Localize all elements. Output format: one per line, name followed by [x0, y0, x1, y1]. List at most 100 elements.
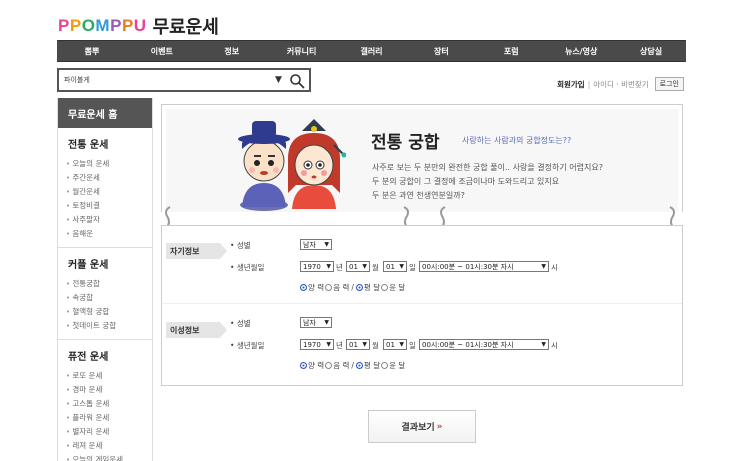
banner: 전통 궁합 사랑하는 사람과의 궁합정도는?? 사주로 보는 두 분만의 완전한…	[161, 104, 683, 212]
sidebar-item[interactable]: 혈액형 궁합	[66, 305, 152, 319]
sidebar-item[interactable]: 고스톱 운세	[66, 397, 152, 411]
sidebar-item[interactable]: 오늘의 운세	[66, 157, 152, 171]
chevron-down-icon: ▼	[399, 263, 404, 270]
banner-description: 사주로 보는 두 분만의 완전한 궁합 풀이.. 사랑을 결정하기 어렵지요? …	[372, 161, 603, 203]
leap-month-radio[interactable]	[381, 362, 389, 369]
nav-item-event[interactable]: 이벤트	[127, 41, 197, 61]
sidebar-item[interactable]: 토정비결	[66, 199, 152, 213]
leap-month-radio[interactable]	[381, 284, 389, 291]
find-account-link[interactable]: 아이디 · 비번찾기	[593, 79, 648, 90]
normal-month-radio[interactable]	[355, 362, 363, 369]
nav-item-info[interactable]: 정보	[197, 41, 267, 61]
sidebar-item[interactable]: 레져 운세	[66, 439, 152, 453]
banner-subtitle: 사랑하는 사람과의 궁합정도는??	[462, 136, 572, 145]
normal-month-radio[interactable]	[355, 284, 363, 291]
month-select[interactable]: 01 ▼	[346, 261, 370, 272]
user-links: 회원가입 | 아이디 · 비번찾기 로그인	[557, 77, 684, 91]
separator: |	[587, 79, 591, 89]
partner-info-label: 이성정보	[166, 322, 227, 338]
select-value: 남자	[303, 240, 316, 249]
search-icon[interactable]	[289, 73, 305, 89]
site-logo[interactable]: PPOMPPU 무료운세	[58, 14, 219, 38]
search-input[interactable]	[64, 73, 264, 87]
compatibility-form: 자기정보 성별 남자 ▼ 생년월일 1970 ▼ 년 01 ▼ 월 01 ▼ 일 00시…	[161, 225, 683, 386]
chevron-down-icon: ▼	[324, 319, 329, 326]
sidebar-item[interactable]: 전통궁합	[66, 277, 152, 291]
select-value: 00시:00분 ~ 01시:30분 자시	[422, 340, 514, 349]
nav-item-ppomppu[interactable]: 뽐뿌	[57, 41, 127, 61]
select-value: 00시:00분 ~ 01시:30분 자시	[422, 262, 514, 271]
time-unit: 시	[551, 263, 558, 272]
chevron-down-icon: ▼	[326, 263, 331, 270]
banner-panel: 전통 궁합 사랑하는 사람과의 궁합정도는?? 사주로 보는 두 분만의 완전한…	[166, 109, 678, 212]
sidebar-section-fusion: 퓨전 운세 로또 운세 경마 운세 고스톱 운세 플라워 운세 별자리 운세 레…	[58, 340, 152, 461]
search-dropdown-arrow[interactable]: ▼	[275, 75, 282, 85]
day-select[interactable]: 01 ▼	[383, 261, 407, 272]
nav-item-news[interactable]: 뉴스/영상	[546, 41, 616, 61]
chevron-down-icon: ▼	[326, 341, 331, 348]
sidebar-item[interactable]: 첫데이트 궁합	[66, 319, 152, 333]
gender-label: 성별	[230, 318, 251, 329]
sidebar-item[interactable]: 별자리 운세	[66, 425, 152, 439]
solar-radio[interactable]	[300, 284, 307, 291]
double-chevron-right-icon: »	[436, 421, 443, 432]
self-info-label: 자기정보	[166, 243, 227, 259]
chevron-down-icon: ▼	[541, 263, 546, 270]
select-value: 01	[349, 340, 358, 349]
time-select[interactable]: 00시:00분 ~ 01시:30분 자시 ▼	[419, 261, 549, 272]
sidebar-home[interactable]: 무료운세 홈	[58, 98, 152, 128]
sidebar-item[interactable]: 사주팔자	[66, 213, 152, 227]
sidebar-item[interactable]: 경마 운세	[66, 383, 152, 397]
nav-item-forum[interactable]: 포럼	[476, 41, 546, 61]
radio-label: 윤 달	[389, 283, 406, 292]
sidebar-item[interactable]: 플라워 운세	[66, 411, 152, 425]
radio-label: 평 달	[363, 283, 381, 292]
banner-line: 사주로 보는 두 분만의 완전한 궁합 풀이.. 사랑을 결정하기 어렵지요?	[372, 163, 603, 172]
nav-item-market[interactable]: 장터	[406, 41, 476, 61]
time-unit: 시	[551, 341, 558, 350]
view-result-button[interactable]: 결과보기»	[368, 410, 476, 443]
gender-select[interactable]: 남자 ▼	[300, 317, 332, 328]
sidebar-item[interactable]: 로또 운세	[66, 369, 152, 383]
year-unit: 년	[336, 341, 343, 350]
year-select[interactable]: 1970 ▼	[300, 261, 334, 272]
time-select[interactable]: 00시:00분 ~ 01시:30분 자시 ▼	[419, 339, 549, 350]
gender-select[interactable]: 남자 ▼	[300, 239, 332, 250]
sidebar-item[interactable]: 속궁합	[66, 291, 152, 305]
lunar-radio[interactable]	[325, 284, 333, 291]
day-select[interactable]: 01 ▼	[383, 339, 407, 350]
logo-letter: P	[121, 16, 134, 35]
day-unit: 일	[409, 341, 416, 350]
join-link[interactable]: 회원가입	[557, 79, 585, 90]
main-nav: 뽐뿌 이벤트 정보 커뮤니티 갤러리 장터 포럼 뉴스/영상 상담실	[57, 40, 686, 62]
radio-separator: /	[351, 361, 354, 370]
select-value: 01	[386, 262, 395, 271]
solar-radio[interactable]	[300, 362, 307, 369]
sidebar: 무료운세 홈 전통 운세 오늘의 운세 주간운세 월간운세 토정비결 사주팔자 …	[57, 98, 153, 461]
sidebar-item[interactable]: 주간운세	[66, 171, 152, 185]
login-button[interactable]: 로그인	[654, 77, 684, 91]
month-unit: 월	[372, 263, 379, 272]
gender-label: 성별	[230, 240, 251, 251]
nav-item-gallery[interactable]: 갤러리	[337, 41, 407, 61]
sidebar-section-traditional: 전통 운세 오늘의 운세 주간운세 월간운세 토정비결 사주팔자 음해운	[58, 128, 152, 248]
select-value: 1970	[303, 340, 321, 349]
month-select[interactable]: 01 ▼	[346, 339, 370, 350]
logo-letter: P	[110, 16, 122, 35]
birth-label: 생년월일	[230, 340, 265, 351]
partner-info-block: 이성정보 성별 남자 ▼ 생년월일 1970 ▼ 년 01 ▼ 월 01 ▼ 일 00시…	[162, 304, 682, 385]
couple-illustration	[238, 119, 346, 211]
sidebar-item[interactable]: 월간운세	[66, 185, 152, 199]
search-box: ▼	[57, 68, 311, 92]
sidebar-item[interactable]: 음해운	[66, 227, 152, 241]
year-select[interactable]: 1970 ▼	[300, 339, 334, 350]
nav-item-community[interactable]: 커뮤니티	[267, 41, 337, 61]
nav-item-counsel[interactable]: 상담실	[616, 41, 686, 61]
month-unit: 월	[372, 341, 379, 350]
day-unit: 일	[409, 263, 416, 272]
lunar-radio[interactable]	[325, 362, 333, 369]
sidebar-item[interactable]: 오늘의 게임운세	[66, 453, 152, 461]
birth-label: 생년월일	[230, 262, 265, 273]
radio-label: 음 력	[333, 283, 350, 292]
logo-letter: O	[81, 16, 96, 35]
